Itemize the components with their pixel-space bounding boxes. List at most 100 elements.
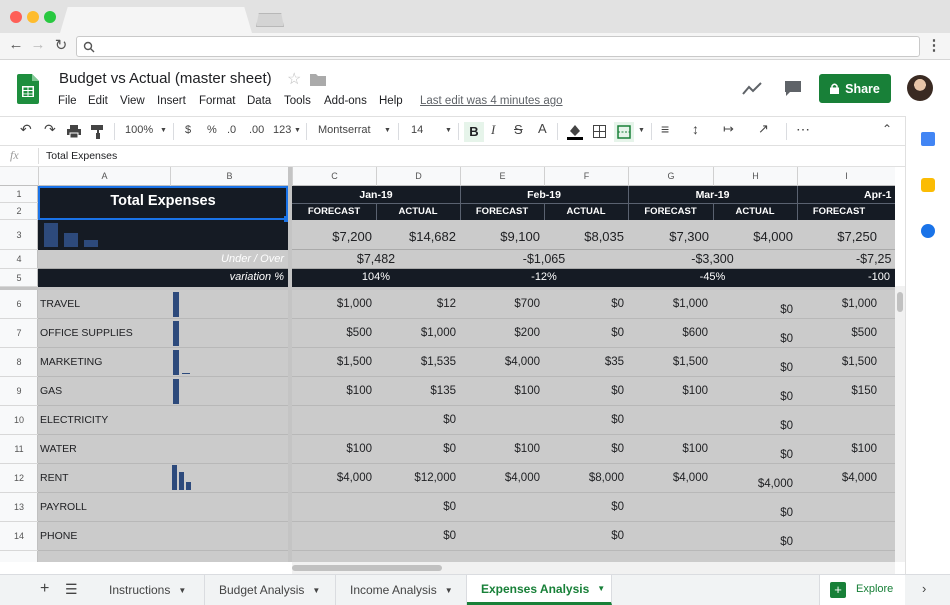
vertical-scrollbar[interactable] xyxy=(895,286,905,562)
expense-value[interactable]: $500 xyxy=(292,327,372,339)
col-header-g[interactable]: G xyxy=(628,167,713,186)
expense-value[interactable]: $135 xyxy=(376,385,456,397)
strikethrough-button[interactable]: S xyxy=(514,122,523,137)
star-icon[interactable]: ☆ xyxy=(287,69,301,89)
chevron-right-icon[interactable]: › xyxy=(922,581,926,596)
menu-addons[interactable]: Add-ons xyxy=(324,95,367,107)
expense-name[interactable]: OFFICE SUPPLIES xyxy=(40,327,133,339)
under-over-value[interactable]: -$7,25 xyxy=(856,252,891,266)
share-button[interactable]: Share xyxy=(819,74,891,103)
text-color-button[interactable]: A xyxy=(538,121,547,136)
menu-format[interactable]: Format xyxy=(199,95,235,107)
close-window-button[interactable] xyxy=(10,11,22,23)
expense-value[interactable]: $12,000 xyxy=(376,472,456,484)
expense-value[interactable]: $1,000 xyxy=(292,298,372,310)
expense-value[interactable]: $0 xyxy=(544,414,624,426)
total-cell[interactable]: $8,035 xyxy=(544,229,624,244)
expense-value[interactable]: $100 xyxy=(460,443,540,455)
collapse-toolbar-icon[interactable]: ⌃ xyxy=(882,122,892,136)
month-mar[interactable]: Mar-19 xyxy=(628,189,797,201)
tab-instructions[interactable]: Instructions ▼ xyxy=(95,575,205,605)
formula-input[interactable]: Total Expenses xyxy=(46,150,117,162)
menu-help[interactable]: Help xyxy=(379,95,403,107)
redo-icon[interactable]: ↷ xyxy=(44,121,56,138)
expense-value[interactable]: $4,000 xyxy=(292,472,372,484)
row-header[interactable]: 11 xyxy=(0,435,38,464)
total-cell[interactable]: $7,250 xyxy=(797,229,877,244)
more-options-icon[interactable]: ⋯ xyxy=(796,121,810,138)
expense-value[interactable]: $100 xyxy=(628,385,708,397)
expense-name[interactable]: RENT xyxy=(40,472,69,484)
menu-insert[interactable]: Insert xyxy=(157,95,186,107)
sub-forecast[interactable]: FORECAST xyxy=(292,206,376,217)
tab-budget-analysis[interactable]: Budget Analysis ▼ xyxy=(205,575,336,605)
document-title[interactable]: Budget vs Actual (master sheet) xyxy=(59,70,272,87)
expense-value[interactable]: $0 xyxy=(713,420,793,432)
month-feb[interactable]: Feb-19 xyxy=(460,189,628,201)
tasks-icon[interactable] xyxy=(921,224,935,238)
sub-actual[interactable]: ACTUAL xyxy=(544,206,628,217)
total-cell[interactable]: $9,100 xyxy=(460,229,540,244)
sheets-logo-icon[interactable] xyxy=(17,74,39,104)
expense-value[interactable]: $0 xyxy=(713,507,793,519)
expense-value[interactable]: $0 xyxy=(544,443,624,455)
expense-value[interactable]: $100 xyxy=(292,385,372,397)
expense-value[interactable]: $100 xyxy=(292,443,372,455)
reload-icon[interactable]: ↻ xyxy=(53,36,69,54)
row-header[interactable]: 1 xyxy=(0,186,38,203)
text-wrap-icon[interactable]: ↦ xyxy=(723,121,734,137)
variation-value[interactable]: -45% xyxy=(628,271,797,283)
expense-value[interactable]: $1,535 xyxy=(376,356,456,368)
text-rotate-icon[interactable]: ↗ xyxy=(758,121,769,137)
undo-icon[interactable]: ↶ xyxy=(20,121,32,138)
expense-value[interactable]: $4,000 xyxy=(797,472,877,484)
maximize-window-button[interactable] xyxy=(44,11,56,23)
row-header[interactable]: 3 xyxy=(0,220,38,250)
all-sheets-icon[interactable]: ☰ xyxy=(65,581,78,598)
expense-value[interactable]: $4,000 xyxy=(713,478,793,490)
keep-icon[interactable] xyxy=(921,178,935,192)
expense-value[interactable]: $0 xyxy=(713,536,793,548)
month-apr[interactable]: Apr-1 xyxy=(864,189,891,201)
currency-button[interactable]: $ xyxy=(185,124,191,136)
expense-value[interactable]: $100 xyxy=(797,443,877,455)
variation-value[interactable]: -12% xyxy=(460,271,628,283)
browser-tab-new[interactable] xyxy=(256,13,284,27)
row-header[interactable]: 12 xyxy=(0,464,38,493)
under-over-value[interactable]: $7,482 xyxy=(292,252,460,266)
expense-name[interactable]: PAYROLL xyxy=(40,501,87,513)
month-jan[interactable]: Jan-19 xyxy=(292,189,460,201)
trend-icon[interactable] xyxy=(742,82,762,96)
expense-value[interactable]: $100 xyxy=(628,443,708,455)
variation-value[interactable]: -100 xyxy=(868,271,890,283)
expense-value[interactable]: $4,000 xyxy=(460,356,540,368)
expense-value[interactable]: $12 xyxy=(376,298,456,310)
expense-value[interactable]: $0 xyxy=(376,414,456,426)
expense-value[interactable]: $4,000 xyxy=(460,472,540,484)
under-over-label[interactable]: Under / Over xyxy=(38,253,284,265)
expense-value[interactable]: $0 xyxy=(713,304,793,316)
expense-value[interactable]: $0 xyxy=(544,298,624,310)
expense-value[interactable]: $1,500 xyxy=(292,356,372,368)
row-header[interactable]: 14 xyxy=(0,522,38,551)
expense-value[interactable]: $200 xyxy=(460,327,540,339)
expense-value[interactable]: $100 xyxy=(460,385,540,397)
under-over-value[interactable]: -$1,065 xyxy=(460,252,628,266)
expense-value[interactable]: $0 xyxy=(713,391,793,403)
folder-icon[interactable] xyxy=(310,73,326,86)
row-header[interactable]: 6 xyxy=(0,290,38,319)
tab-income-analysis[interactable]: Income Analysis ▼ xyxy=(336,575,467,605)
more-formats-button[interactable]: 123 xyxy=(273,124,291,136)
expense-value[interactable]: $500 xyxy=(797,327,877,339)
expense-value[interactable]: $1,000 xyxy=(628,298,708,310)
expense-value[interactable]: $0 xyxy=(376,443,456,455)
menu-tools[interactable]: Tools xyxy=(284,95,311,107)
menu-edit[interactable]: Edit xyxy=(88,95,108,107)
expense-value[interactable]: $0 xyxy=(376,501,456,513)
total-cell[interactable]: $7,300 xyxy=(628,229,709,244)
sub-forecast[interactable]: FORECAST xyxy=(628,206,713,217)
col-header-i[interactable]: I xyxy=(797,167,895,186)
align-vertical-icon[interactable]: ↕ xyxy=(692,121,699,137)
comment-icon[interactable] xyxy=(784,80,802,97)
bold-button[interactable]: B xyxy=(464,122,484,142)
